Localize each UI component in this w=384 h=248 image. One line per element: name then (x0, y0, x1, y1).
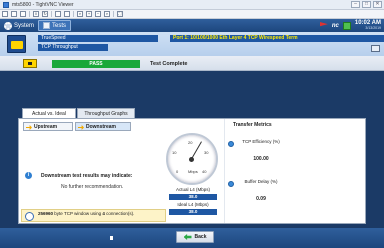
gauge-hub (189, 157, 194, 162)
close-button[interactable]: ✕ (373, 1, 382, 8)
save-icon[interactable] (11, 11, 17, 17)
clock-time: 10:02 AM (354, 19, 381, 26)
panel-divider (224, 119, 225, 223)
arrow-icon (26, 125, 32, 130)
gauge-tick: 0 (176, 169, 179, 174)
window-title: mts5800 - TightVNC Viewer (12, 1, 74, 8)
window-text-b: connection(s). (104, 211, 135, 216)
indicate-text: Downstream test results may indicate: (41, 173, 133, 179)
tests-button[interactable]: Tests (38, 20, 72, 31)
toolbar-separator (73, 11, 74, 17)
new-connection-icon[interactable] (2, 11, 8, 17)
clock-date: 3/13/2019 (365, 25, 381, 30)
buffer-delay-value: 0.09 (256, 196, 266, 202)
toolbar-separator (51, 11, 52, 17)
arrow-icon (78, 125, 84, 130)
buffer-delay-label: Buffer Delay (%) (244, 179, 278, 184)
port-info: Port 1: 10/100/1000 Eth Layer 4 TCP Wire… (170, 35, 384, 42)
mouse-cursor (110, 236, 113, 240)
tests-label: Tests (52, 22, 67, 29)
refresh-icon[interactable]: ↻ (42, 11, 48, 17)
alt-icon[interactable] (64, 11, 70, 17)
ctrl-icon[interactable] (55, 11, 61, 17)
vnc-app-icon (3, 1, 9, 8)
toolbar-separator (113, 11, 114, 17)
app-topbar: System Tests nc 10:02 AM 3/13/2019 (0, 19, 384, 32)
zoom-out-icon[interactable]: − (95, 11, 101, 17)
gauge-tick: 30 (204, 150, 209, 155)
toolbar-separator (29, 11, 30, 17)
recommendation-text: No further recommendation. (61, 184, 124, 190)
results-panel: Upstream Downstream i Downstream test re… (18, 118, 366, 224)
efficiency-label: TCP Efficiency (%) (242, 139, 280, 144)
subtab-upstream-label: Upstream (34, 124, 58, 130)
vnc-toolbar: ‖ ↻ ⌕ + − ⌕ ⛶ (0, 10, 384, 19)
tab-throughput-graphs[interactable]: Throughput Graphs (77, 108, 135, 118)
subtab-upstream[interactable]: Upstream (23, 122, 73, 131)
ideal-l4-label: Ideal L4 (Mbps) (177, 202, 209, 207)
options-icon[interactable] (20, 11, 26, 17)
subtab-downstream[interactable]: Downstream (75, 122, 131, 131)
screenshot-icon[interactable] (371, 45, 380, 52)
vnc-titlebar: mts5800 - TightVNC Viewer – □ ✕ (0, 0, 384, 10)
battery-icon (342, 21, 351, 30)
tcp-window-summary: 256960 byte TCP window using 4 connectio… (21, 209, 166, 222)
zoom-in-icon[interactable]: + (86, 11, 92, 17)
window-bytes: 256960 (38, 211, 54, 216)
clock: 10:02 AM 3/13/2019 (354, 19, 381, 31)
back-button[interactable]: Back (176, 231, 214, 243)
test-name: TrueSpeed (38, 35, 158, 42)
ideal-l4-value: 38.0 (169, 209, 217, 215)
buffer-delay-icon (228, 181, 234, 187)
maximize-button[interactable]: □ (362, 1, 371, 8)
actual-l4-label: Actual L4 (Mbps) (175, 187, 210, 192)
test-app-icon (7, 35, 26, 53)
test-type: TCP Throughput (38, 44, 108, 51)
system-button[interactable]: System (0, 20, 38, 31)
gauge-unit: Mbps (188, 169, 198, 174)
window-text-a: byte TCP window using (53, 211, 103, 216)
fullscreen-icon[interactable]: ⛶ (117, 11, 123, 17)
actual-l4-value: 38.0 (169, 194, 217, 200)
minimize-button[interactable]: – (351, 1, 360, 8)
bottom-bar: Back (0, 228, 384, 248)
test-header: TrueSpeed TCP Throughput Port 1: 10/100/… (0, 32, 384, 56)
back-label: Back (194, 234, 207, 240)
zoom-fit-icon[interactable]: ⌕ (104, 11, 110, 17)
transfer-metrics-title: Transfer Metrics (233, 122, 272, 128)
zoom-icon[interactable]: ⌕ (77, 11, 83, 17)
efficiency-value: 100.00 (253, 156, 269, 162)
run-button[interactable] (23, 59, 37, 68)
back-arrow-icon (183, 234, 192, 240)
tests-icon (43, 22, 51, 29)
info-icon: i (25, 172, 32, 179)
pass-badge: PASS (52, 60, 140, 68)
gauge-tick: 10 (172, 150, 177, 155)
system-label: System (14, 22, 35, 29)
window-icon (25, 212, 34, 221)
gauge-tick: 20 (188, 140, 193, 145)
nc-indicator: nc (331, 22, 339, 29)
gauge-tick: 40 (202, 169, 207, 174)
test-status: Test Complete (150, 61, 188, 67)
throughput-gauge: 0 10 20 30 40 Mbps (166, 133, 218, 185)
tcp-window-text: 256960 byte TCP window using 4 connectio… (38, 211, 164, 217)
status-row: PASS Test Complete (0, 56, 384, 71)
flag-icon (319, 22, 328, 27)
tab-actual-vs-ideal[interactable]: Actual vs. Ideal (22, 108, 76, 118)
pause-icon[interactable]: ‖ (33, 11, 39, 17)
subtab-downstream-label: Downstream (86, 124, 117, 130)
efficiency-icon (228, 141, 234, 147)
gear-icon (4, 21, 12, 30)
